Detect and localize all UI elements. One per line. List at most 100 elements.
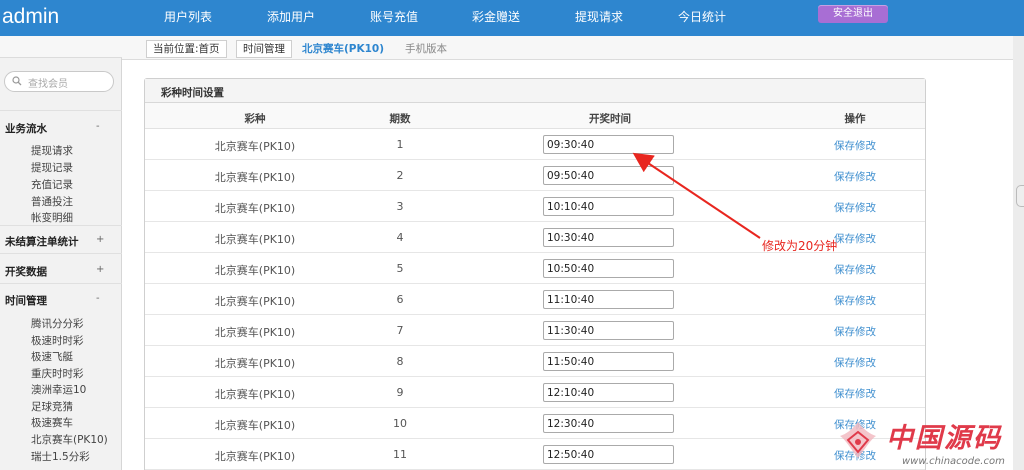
nav-today-stats[interactable]: 今日统计 (678, 0, 726, 36)
draw-time-input[interactable] (543, 259, 674, 278)
sidebar-item-chongqing-ssc[interactable]: 重庆时时彩 (31, 366, 84, 381)
cell-issue: 6 (396, 293, 404, 306)
cell-lottery: 北京赛车(PK10) (214, 202, 296, 215)
cell-issue: 5 (396, 262, 404, 275)
side-handle[interactable] (1016, 185, 1024, 207)
draw-time-input[interactable] (543, 352, 674, 371)
group-draw-data[interactable]: 开奖数据 (5, 264, 47, 279)
sidebar-item-speed-boat[interactable]: 极速飞艇 (31, 349, 73, 364)
nav-withdraw-requests[interactable]: 提现请求 (575, 0, 623, 36)
table-row: 北京赛车(PK10) 6 保存修改 (145, 284, 925, 315)
cell-issue: 3 (396, 200, 404, 213)
group-time-management[interactable]: 时间管理 (5, 293, 47, 308)
cell-issue: 1 (396, 138, 404, 151)
lottery-time-panel: 彩种时间设置 彩种 期数 开奖时间 操作 北京赛车(PK10)1保存修改北京赛车… (144, 78, 926, 470)
cell-lottery: 北京赛车(PK10) (214, 140, 296, 153)
cell-lottery: 北京赛车(PK10) (214, 419, 296, 432)
sidebar-item-normal-bets[interactable]: 普通投注 (31, 194, 73, 209)
search-placeholder: 查找会员 (28, 79, 68, 90)
sidebar-item-football[interactable]: 足球竞猜 (31, 399, 73, 414)
search-icon (12, 76, 22, 86)
sidebar-item-account-changes[interactable]: 帐变明细 (31, 210, 73, 225)
cell-lottery: 北京赛车(PK10) (214, 357, 296, 370)
divider (0, 225, 122, 226)
sidebar-item-withdraw-records[interactable]: 提现记录 (31, 160, 73, 175)
breadcrumb-ghost-tab[interactable]: 手机版本 (398, 40, 454, 58)
group-unsettled-stats[interactable]: 未结算注单统计 (5, 234, 79, 249)
cell-issue: 7 (396, 324, 404, 337)
table-row: 北京赛车(PK10) 9 保存修改 (145, 377, 925, 408)
cell-issue: 10 (393, 417, 407, 430)
brand-title: admin (2, 5, 60, 28)
panel-title: 彩种时间设置 (161, 87, 224, 99)
sidebar-item-withdraw-requests[interactable]: 提现请求 (31, 143, 73, 158)
watermark: 中国源码 www.chinacode.com (830, 416, 1024, 470)
draw-time-input[interactable] (543, 414, 674, 433)
sidebar-top-strip (0, 36, 122, 58)
table-row: 北京赛车(PK10) 7 保存修改 (145, 315, 925, 346)
sidebar-item-swiss-15[interactable]: 瑞士1.5分彩 (31, 449, 90, 464)
breadcrumb-home[interactable]: 当前位置:首页 (146, 40, 227, 58)
cell-lottery: 北京赛车(PK10) (214, 450, 296, 463)
collapse-icon[interactable]: - (96, 121, 100, 132)
collapse-icon[interactable]: - (96, 293, 100, 304)
sidebar-item-speed-ssc[interactable]: 极速时时彩 (31, 333, 84, 348)
annotation-note: 修改为20分钟 (762, 239, 838, 253)
table-row: 北京赛车(PK10) 2 保存修改 (145, 160, 925, 191)
expand-icon[interactable]: + (96, 234, 104, 245)
draw-time-input[interactable] (543, 383, 674, 402)
save-changes-link[interactable]: 保存修改 (813, 262, 897, 277)
divider (0, 283, 122, 284)
nav-user-list[interactable]: 用户列表 (164, 0, 212, 36)
draw-time-input[interactable] (543, 228, 674, 247)
breadcrumb-current: 北京赛车(PK10) (302, 43, 385, 55)
watermark-url: www.chinacode.com (902, 456, 1005, 467)
save-changes-link[interactable]: 保存修改 (813, 169, 897, 184)
draw-time-input[interactable] (543, 135, 674, 154)
cell-lottery: 北京赛车(PK10) (214, 388, 296, 401)
cell-issue: 11 (393, 448, 407, 461)
nav-add-user[interactable]: 添加用户 (267, 0, 315, 36)
sidebar-item-speed-racing[interactable]: 极速赛车 (31, 415, 73, 430)
watermark-text: 中国源码 (886, 423, 1002, 454)
column-action: 操作 (844, 113, 866, 125)
draw-time-input[interactable] (543, 445, 674, 464)
table-row: 北京赛车(PK10)10保存修改 (145, 408, 925, 439)
save-changes-link[interactable]: 保存修改 (813, 386, 897, 401)
top-header: admin 用户列表 添加用户 账号充值 彩金赠送 提现请求 今日统计 安全退出 (0, 0, 1024, 36)
cell-issue: 9 (396, 386, 404, 399)
save-changes-link[interactable]: 保存修改 (813, 138, 897, 153)
logout-button[interactable]: 安全退出 (818, 5, 888, 23)
save-changes-link[interactable]: 保存修改 (813, 293, 897, 308)
divider (0, 110, 122, 111)
sidebar: 查找会员 业务流水 - 提现请求 提现记录 充值记录 普通投注 帐变明细 未结算… (0, 36, 122, 470)
draw-time-input[interactable] (543, 197, 674, 216)
cell-lottery: 北京赛车(PK10) (214, 295, 296, 308)
right-gutter (1013, 36, 1024, 470)
sidebar-item-beijing-pk10[interactable]: 北京赛车(PK10) (31, 432, 108, 447)
draw-time-input[interactable] (543, 290, 674, 309)
cell-issue: 4 (396, 231, 404, 244)
table-row: 北京赛车(PK10) 1 保存修改 (145, 129, 925, 160)
watermark-logo-icon (840, 422, 876, 458)
save-changes-link[interactable]: 保存修改 (813, 200, 897, 215)
group-business-flow[interactable]: 业务流水 (5, 121, 47, 136)
panel-header: 彩种时间设置 (145, 79, 925, 103)
table-row: 北京赛车(PK10) 8 保存修改 (145, 346, 925, 377)
cell-issue: 8 (396, 355, 404, 368)
table-row: 北京赛车(PK10)11保存修改 (145, 439, 925, 470)
sidebar-item-recharge-records[interactable]: 充值记录 (31, 177, 73, 192)
cell-issue: 2 (396, 169, 404, 182)
column-draw-time: 开奖时间 (589, 113, 631, 125)
nav-account-recharge[interactable]: 账号充值 (370, 0, 418, 36)
save-changes-link[interactable]: 保存修改 (813, 324, 897, 339)
expand-icon[interactable]: + (96, 264, 104, 275)
save-changes-link[interactable]: 保存修改 (813, 355, 897, 370)
nav-bonus-gift[interactable]: 彩金赠送 (472, 0, 520, 36)
search-input[interactable]: 查找会员 (4, 71, 114, 92)
draw-time-input[interactable] (543, 166, 674, 185)
sidebar-item-tencent-ffc[interactable]: 腾讯分分彩 (31, 316, 84, 331)
breadcrumb-section[interactable]: 时间管理 (236, 40, 292, 58)
draw-time-input[interactable] (543, 321, 674, 340)
sidebar-item-australia-10[interactable]: 澳洲幸运10 (31, 382, 86, 397)
